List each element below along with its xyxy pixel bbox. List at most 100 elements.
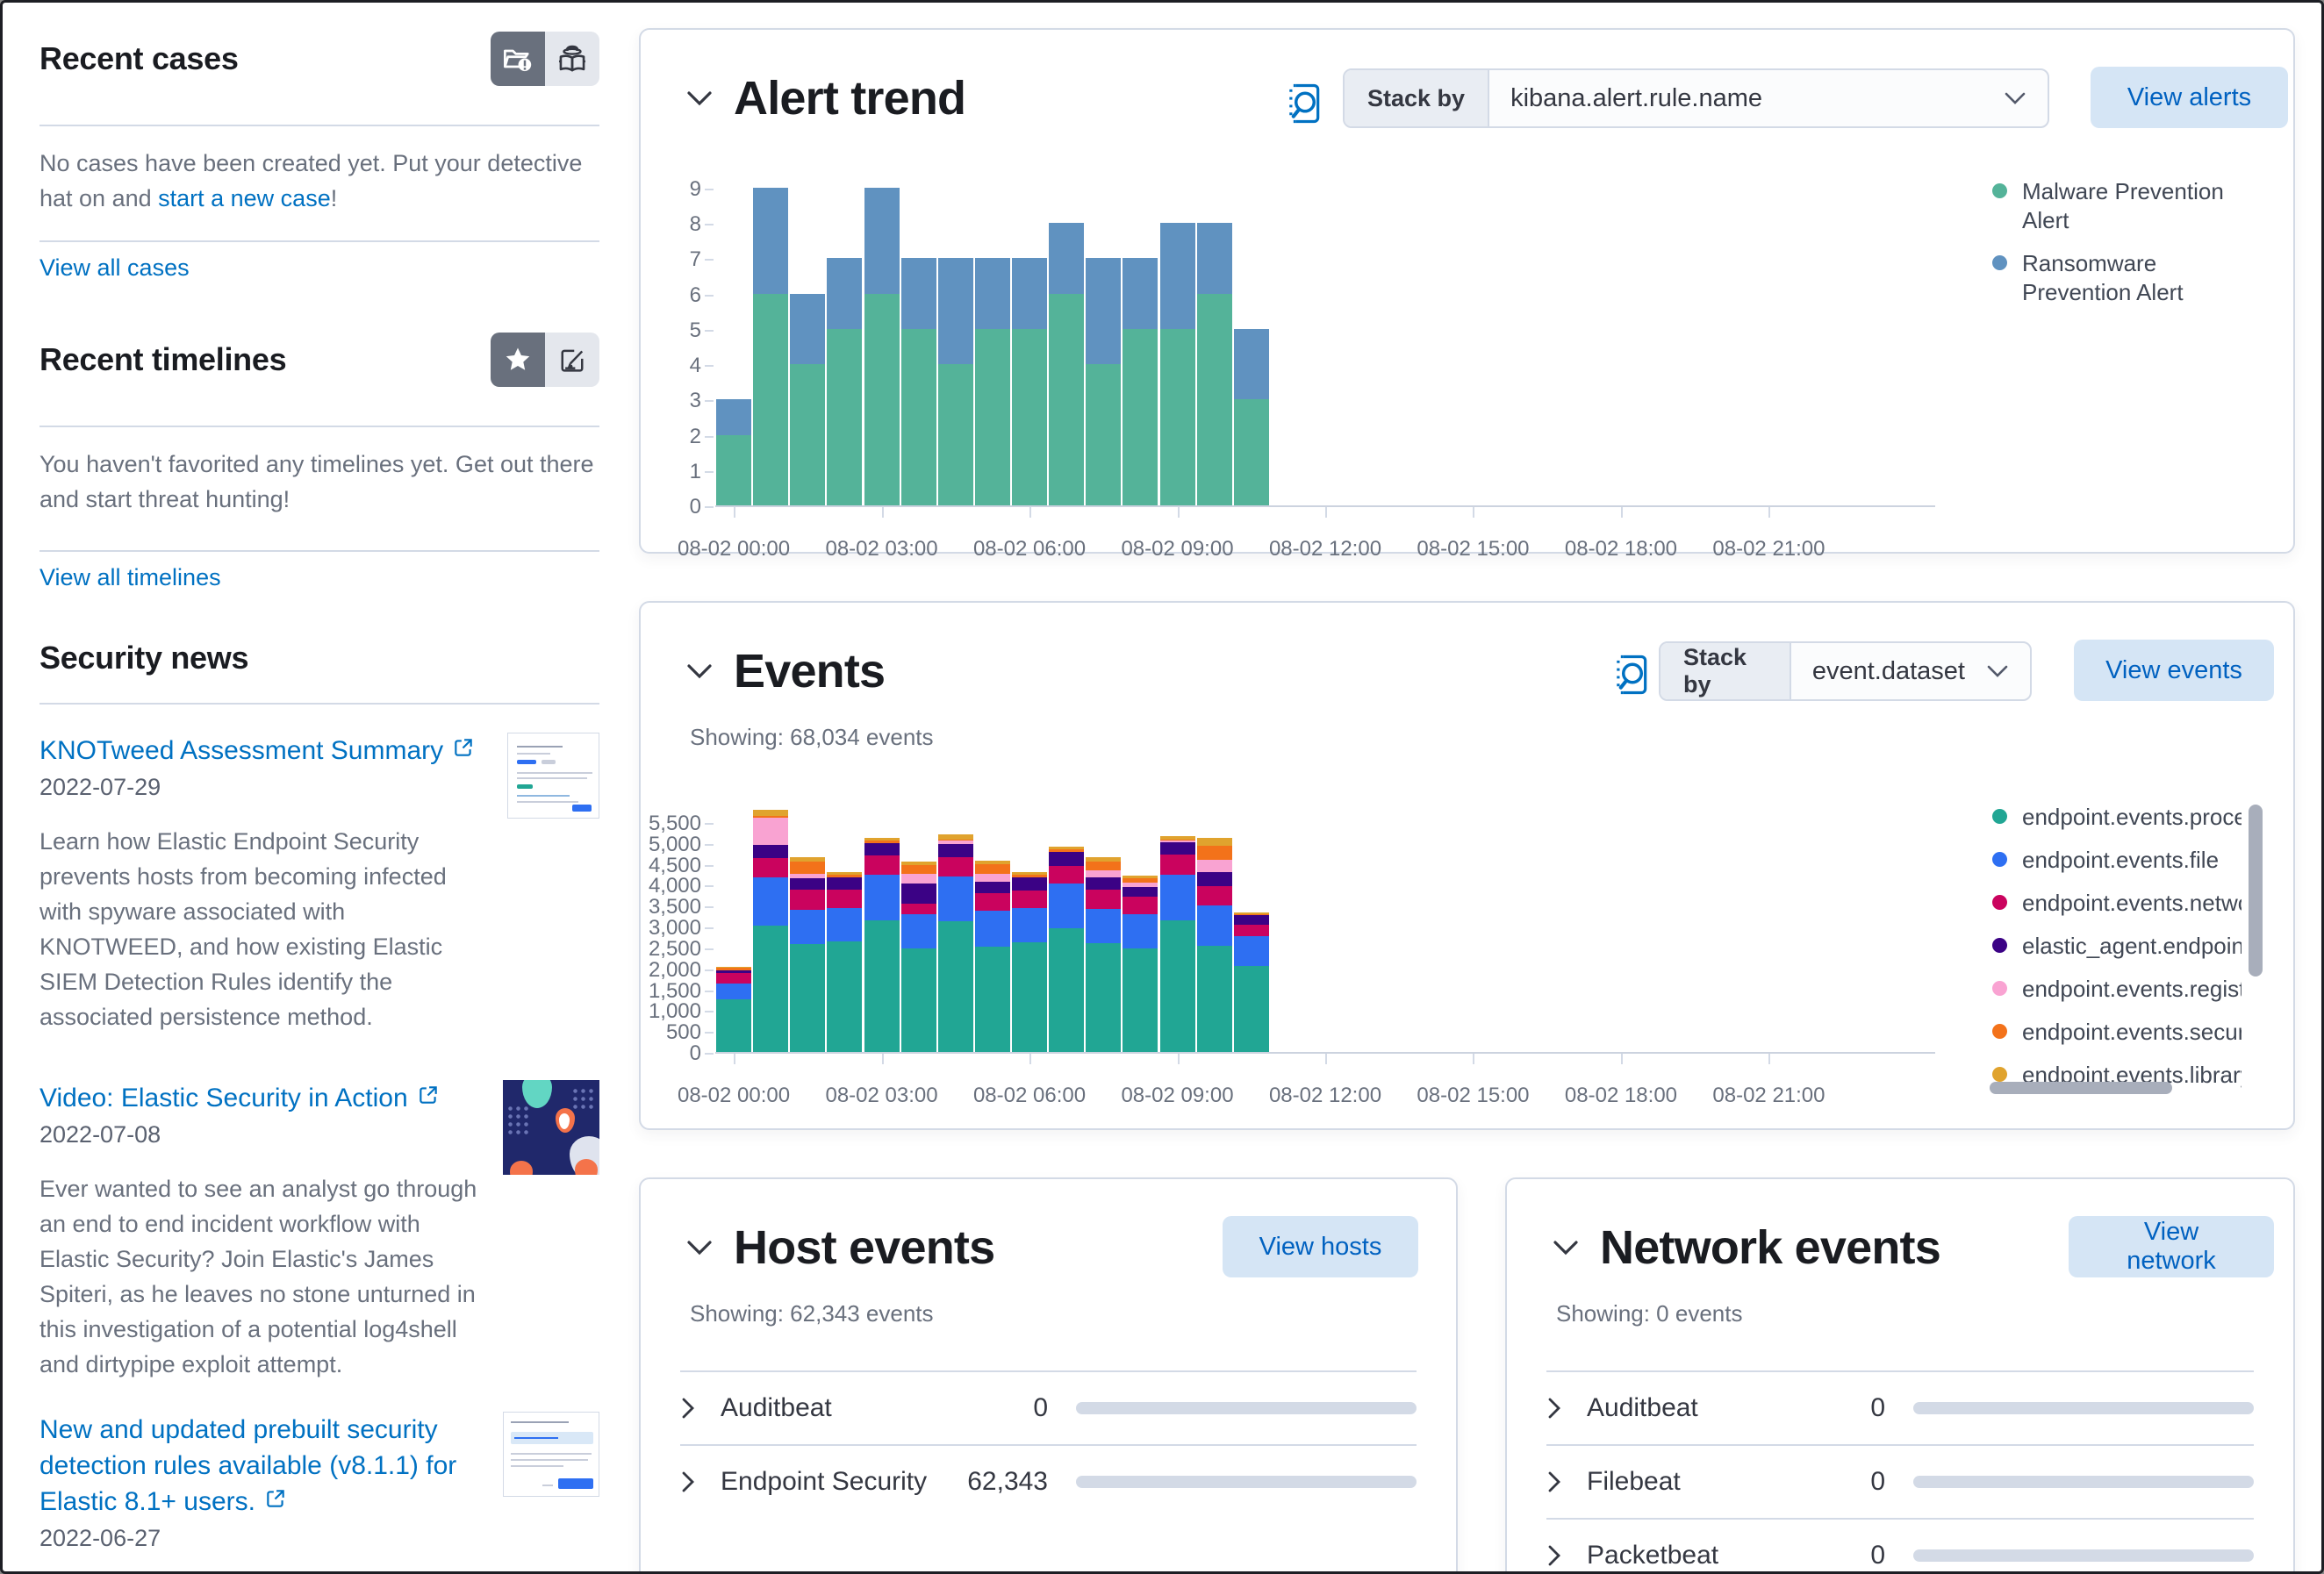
bar-segment[interactable]: [1012, 891, 1048, 909]
news-link[interactable]: KNOTweed Assessment Summary: [39, 736, 443, 765]
bar-segment[interactable]: [1123, 258, 1158, 329]
bar-segment[interactable]: [790, 878, 826, 890]
bar-segment[interactable]: [1159, 920, 1195, 1052]
bar-segment[interactable]: [900, 873, 936, 884]
news-link[interactable]: Video: Elastic Security in Action: [39, 1084, 408, 1113]
bar-segment[interactable]: [753, 876, 789, 927]
bar-segment[interactable]: [753, 857, 789, 877]
bar-segment[interactable]: [974, 874, 1010, 883]
bar-segment[interactable]: [1196, 223, 1232, 294]
legend-item[interactable]: endpoint.events.network: [1992, 889, 2247, 918]
bar-segment[interactable]: [1123, 876, 1158, 879]
expand-chevron-icon[interactable]: [1546, 1396, 1587, 1420]
bar-segment[interactable]: [900, 328, 936, 505]
bar-segment[interactable]: [864, 837, 900, 841]
bar-segment[interactable]: [1123, 914, 1158, 948]
bar-segment[interactable]: [937, 876, 973, 922]
alert-stack-by-select[interactable]: Stack by kibana.alert.rule.name: [1343, 68, 2049, 128]
bar-segment[interactable]: [900, 862, 936, 865]
bar-segment[interactable]: [864, 842, 900, 855]
view-network-button[interactable]: View network: [2069, 1216, 2274, 1277]
bar-segment[interactable]: [1196, 293, 1232, 505]
news-thumbnail[interactable]: [503, 1080, 599, 1175]
bar-segment[interactable]: [1049, 884, 1085, 928]
bar-segment[interactable]: [827, 872, 863, 875]
bar-segment[interactable]: [790, 943, 826, 1052]
bar-segment[interactable]: [1159, 841, 1195, 855]
bar-segment[interactable]: [753, 818, 789, 845]
bar-segment[interactable]: [974, 328, 1010, 505]
bar-segment[interactable]: [790, 873, 826, 879]
bar-segment[interactable]: [790, 889, 826, 911]
bar-segment[interactable]: [974, 911, 1010, 948]
bar-segment[interactable]: [1159, 223, 1195, 329]
inspect-button[interactable]: [1286, 82, 1324, 127]
bar-segment[interactable]: [1233, 399, 1269, 505]
bar-segment[interactable]: [937, 921, 973, 1052]
bar-segment[interactable]: [900, 864, 936, 874]
bar-segment[interactable]: [1123, 328, 1158, 505]
bar-segment[interactable]: [1159, 328, 1195, 505]
bar-segment[interactable]: [1086, 889, 1122, 909]
bar-segment[interactable]: [790, 910, 826, 944]
bar-segment[interactable]: [1049, 927, 1085, 1052]
bar-segment[interactable]: [1086, 862, 1122, 870]
events-stack-by-select[interactable]: Stack by event.dataset: [1659, 641, 2032, 701]
bar-segment[interactable]: [1233, 965, 1269, 1052]
chart-plot-area[interactable]: [715, 188, 1935, 507]
bar-segment[interactable]: [1196, 871, 1232, 886]
bar-segment[interactable]: [974, 860, 1010, 864]
bar-segment[interactable]: [1233, 935, 1269, 966]
bar-segment[interactable]: [900, 913, 936, 948]
bar-segment[interactable]: [1233, 913, 1269, 916]
bar-segment[interactable]: [1233, 924, 1269, 936]
bar-segment[interactable]: [1159, 855, 1195, 876]
last-updated-timelines-button[interactable]: [545, 333, 599, 387]
bar-segment[interactable]: [1012, 328, 1048, 505]
favorite-timelines-button[interactable]: [491, 333, 545, 387]
bar-segment[interactable]: [790, 364, 826, 505]
bar-segment[interactable]: [827, 907, 863, 941]
bar-segment[interactable]: [864, 855, 900, 876]
bar-segment[interactable]: [1086, 857, 1122, 862]
bar-segment[interactable]: [1196, 859, 1232, 872]
bar-segment[interactable]: [1123, 948, 1158, 1052]
bar-segment[interactable]: [1196, 905, 1232, 946]
bar-segment[interactable]: [716, 434, 752, 505]
bar-segment[interactable]: [864, 293, 900, 505]
expand-chevron-icon[interactable]: [680, 1396, 721, 1420]
bar-segment[interactable]: [790, 293, 826, 365]
bar-segment[interactable]: [753, 809, 789, 817]
bar-segment[interactable]: [1049, 847, 1085, 849]
bar-segment[interactable]: [937, 857, 973, 876]
bar-segment[interactable]: [1159, 875, 1195, 921]
bar-segment[interactable]: [716, 969, 752, 973]
bar-segment[interactable]: [974, 863, 1010, 875]
bar-segment[interactable]: [790, 861, 826, 874]
bar-segment[interactable]: [1123, 883, 1158, 887]
bar-segment[interactable]: [864, 875, 900, 921]
recently-created-cases-button[interactable]: [545, 32, 599, 86]
bar-segment[interactable]: [1049, 293, 1085, 505]
bar-segment[interactable]: [864, 841, 900, 843]
news-thumbnail[interactable]: [507, 733, 599, 819]
bar-segment[interactable]: [937, 840, 973, 841]
bar-segment[interactable]: [1012, 872, 1048, 875]
bar-segment[interactable]: [753, 844, 789, 858]
start-new-case-link[interactable]: start a new case: [158, 185, 331, 211]
bar-segment[interactable]: [900, 948, 936, 1052]
bar-segment[interactable]: [900, 258, 936, 329]
bar-segment[interactable]: [1012, 941, 1048, 1052]
legend-item[interactable]: endpoint.events.registry: [1992, 975, 2247, 1004]
bar-segment[interactable]: [716, 983, 752, 999]
bar-segment[interactable]: [753, 293, 789, 505]
bar-segment[interactable]: [864, 188, 900, 294]
bar-segment[interactable]: [716, 966, 752, 968]
collapse-chevron-icon[interactable]: [686, 1239, 713, 1256]
bar-segment[interactable]: [1086, 943, 1122, 1052]
view-hosts-button[interactable]: View hosts: [1223, 1216, 1418, 1277]
inspect-button[interactable]: [1613, 654, 1652, 698]
bar-segment[interactable]: [827, 877, 863, 890]
news-thumbnail[interactable]: [503, 1412, 599, 1497]
collapse-chevron-icon[interactable]: [686, 662, 713, 680]
